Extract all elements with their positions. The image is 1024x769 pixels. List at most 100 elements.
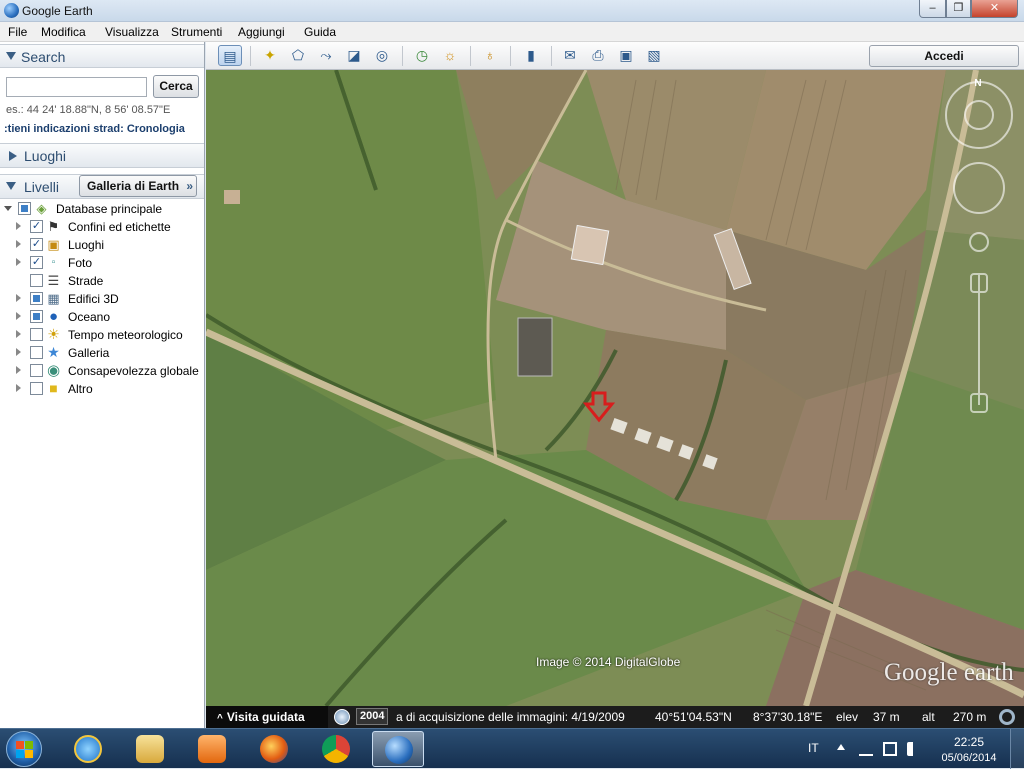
window-title: Google Earth bbox=[22, 4, 93, 18]
windows-logo-icon bbox=[16, 741, 24, 749]
layer-checkbox[interactable] bbox=[30, 346, 43, 359]
add-path-icon[interactable]: ⤳ bbox=[314, 45, 338, 66]
tree-expand-icon[interactable] bbox=[16, 384, 21, 392]
show-desktop-button[interactable] bbox=[1010, 729, 1024, 769]
start-button[interactable] bbox=[6, 731, 42, 767]
tree-collapse-icon[interactable] bbox=[4, 206, 12, 211]
layer-checkbox[interactable] bbox=[30, 382, 43, 395]
folder-icon: ■ bbox=[49, 380, 58, 396]
layer-item[interactable]: ✓ ▫ Foto bbox=[0, 254, 204, 272]
layer-checkbox[interactable] bbox=[30, 292, 43, 305]
layer-label: Strade bbox=[68, 274, 104, 288]
taskbar-media-player[interactable] bbox=[186, 731, 238, 767]
imagery-date-text: a di acquisizione delle immagini: 4/19/2… bbox=[396, 710, 625, 724]
layer-checkbox[interactable]: ✓ bbox=[30, 238, 43, 251]
satellite-imagery[interactable]: N bbox=[206, 70, 1024, 706]
add-polygon-icon[interactable]: ⬠ bbox=[286, 45, 310, 66]
show-hidden-icons-icon[interactable] bbox=[837, 744, 845, 750]
language-indicator[interactable]: IT bbox=[808, 741, 819, 755]
save-image-icon[interactable]: ▣ bbox=[614, 45, 638, 66]
tree-expand-icon[interactable] bbox=[16, 258, 21, 266]
ruler-icon[interactable]: ▮ bbox=[519, 45, 543, 66]
layer-checkbox[interactable]: ✓ bbox=[30, 220, 43, 233]
sidebar-toggle-icon[interactable]: ▤ bbox=[218, 45, 242, 66]
layer-checkbox[interactable] bbox=[30, 328, 43, 341]
earth-gallery-button[interactable]: Galleria di Earth » bbox=[79, 175, 197, 197]
tree-expand-icon[interactable] bbox=[16, 366, 21, 374]
taskbar-chrome[interactable] bbox=[310, 731, 362, 767]
network-icon[interactable] bbox=[883, 742, 897, 756]
chrome-icon bbox=[322, 735, 350, 763]
add-overlay-icon[interactable]: ◪ bbox=[342, 45, 366, 66]
layer-label: Tempo meteorologico bbox=[68, 328, 183, 342]
taskbar-internet-explorer[interactable] bbox=[62, 731, 114, 767]
star-icon: ★ bbox=[47, 344, 60, 360]
layer-checkbox[interactable] bbox=[30, 274, 43, 287]
search-header[interactable]: Search bbox=[0, 44, 204, 68]
map-attribution: Image © 2014 DigitalGlobe bbox=[536, 655, 681, 669]
internet-explorer-icon bbox=[74, 735, 102, 763]
google-earth-logo: Google earth bbox=[884, 659, 1014, 686]
layer-item[interactable]: ✓ ▣ Luoghi bbox=[0, 236, 204, 254]
layer-item[interactable]: ◉ Consapevolezza globale bbox=[0, 362, 204, 380]
maximize-button[interactable]: ❐ bbox=[946, 0, 971, 18]
guided-tour-button[interactable]: ^ Visita guidata bbox=[206, 706, 328, 728]
menu-visualizza[interactable]: Visualizza bbox=[105, 25, 159, 39]
layer-item[interactable]: ★ Galleria bbox=[0, 344, 204, 362]
layer-item[interactable]: ◈ Database principale bbox=[0, 200, 204, 218]
layer-checkbox[interactable] bbox=[18, 202, 31, 215]
view-in-maps-icon[interactable]: ▧ bbox=[642, 45, 666, 66]
historical-imagery-icon[interactable]: ◷ bbox=[410, 45, 434, 66]
planets-icon[interactable]: ♁ bbox=[478, 45, 502, 66]
action-center-flag-icon[interactable] bbox=[859, 742, 873, 756]
clock-date[interactable]: 05/06/2014 bbox=[936, 752, 1002, 764]
map-view[interactable]: N Image © 2014 DigitalGlobe Google earth bbox=[206, 70, 1024, 706]
layer-item[interactable]: ✓ ⚑ Confini ed etichette bbox=[0, 218, 204, 236]
add-placemark-icon[interactable]: ✦ bbox=[258, 45, 282, 66]
print-icon[interactable]: ⎙ bbox=[586, 45, 610, 66]
layer-checkbox[interactable] bbox=[30, 310, 43, 323]
toolbar-separator bbox=[510, 46, 511, 66]
layer-item[interactable]: ● Oceano bbox=[0, 308, 204, 326]
record-tour-icon[interactable]: ◎ bbox=[370, 45, 394, 66]
taskbar-explorer[interactable] bbox=[124, 731, 176, 767]
tree-expand-icon[interactable] bbox=[16, 312, 21, 320]
search-button[interactable]: Cerca bbox=[153, 75, 199, 98]
toolbar-separator bbox=[250, 46, 251, 66]
close-button[interactable]: ✕ bbox=[971, 0, 1018, 18]
expand-triangle-icon bbox=[9, 151, 17, 161]
taskbar-google-earth[interactable] bbox=[372, 731, 424, 767]
layer-checkbox[interactable]: ✓ bbox=[30, 256, 43, 269]
volume-icon[interactable] bbox=[907, 742, 921, 756]
tree-expand-icon[interactable] bbox=[16, 330, 21, 338]
email-icon[interactable]: ✉ bbox=[558, 45, 582, 66]
streaming-progress-icon bbox=[999, 709, 1015, 725]
menu-modifica[interactable]: Modifica bbox=[41, 25, 86, 39]
search-input[interactable] bbox=[6, 77, 147, 97]
layer-label: Altro bbox=[68, 382, 93, 396]
search-links[interactable]: :tieni indicazioni strad: Cronologia bbox=[4, 123, 185, 135]
places-header[interactable]: Luoghi bbox=[0, 143, 204, 168]
layer-item[interactable]: ■ Altro bbox=[0, 380, 204, 398]
layer-checkbox[interactable] bbox=[30, 364, 43, 377]
double-chevron-right-icon: » bbox=[186, 179, 194, 193]
layer-item[interactable]: ☀ Tempo meteorologico bbox=[0, 326, 204, 344]
menu-file[interactable]: File bbox=[8, 25, 27, 39]
clock-time[interactable]: 22:25 bbox=[942, 735, 996, 749]
tree-expand-icon[interactable] bbox=[16, 348, 21, 356]
tree-expand-icon[interactable] bbox=[16, 294, 21, 302]
layer-item[interactable]: ▦ Edifici 3D bbox=[0, 290, 204, 308]
layer-item[interactable]: ☰ Strade bbox=[0, 272, 204, 290]
flag-icon: ⚑ bbox=[47, 219, 60, 234]
taskbar-firefox[interactable] bbox=[248, 731, 300, 767]
signin-button[interactable]: Accedi bbox=[869, 45, 1019, 67]
sunlight-icon[interactable]: ☼ bbox=[438, 45, 462, 66]
menu-guida[interactable]: Guida bbox=[304, 25, 336, 39]
menu-aggiungi[interactable]: Aggiungi bbox=[238, 25, 285, 39]
windows-taskbar: IT 22:25 05/06/2014 bbox=[0, 728, 1024, 769]
tree-expand-icon[interactable] bbox=[16, 222, 21, 230]
menu-strumenti[interactable]: Strumenti bbox=[171, 25, 222, 39]
tree-expand-icon[interactable] bbox=[16, 240, 21, 248]
minimize-button[interactable]: – bbox=[919, 0, 946, 18]
historical-clock-icon[interactable] bbox=[334, 709, 350, 725]
